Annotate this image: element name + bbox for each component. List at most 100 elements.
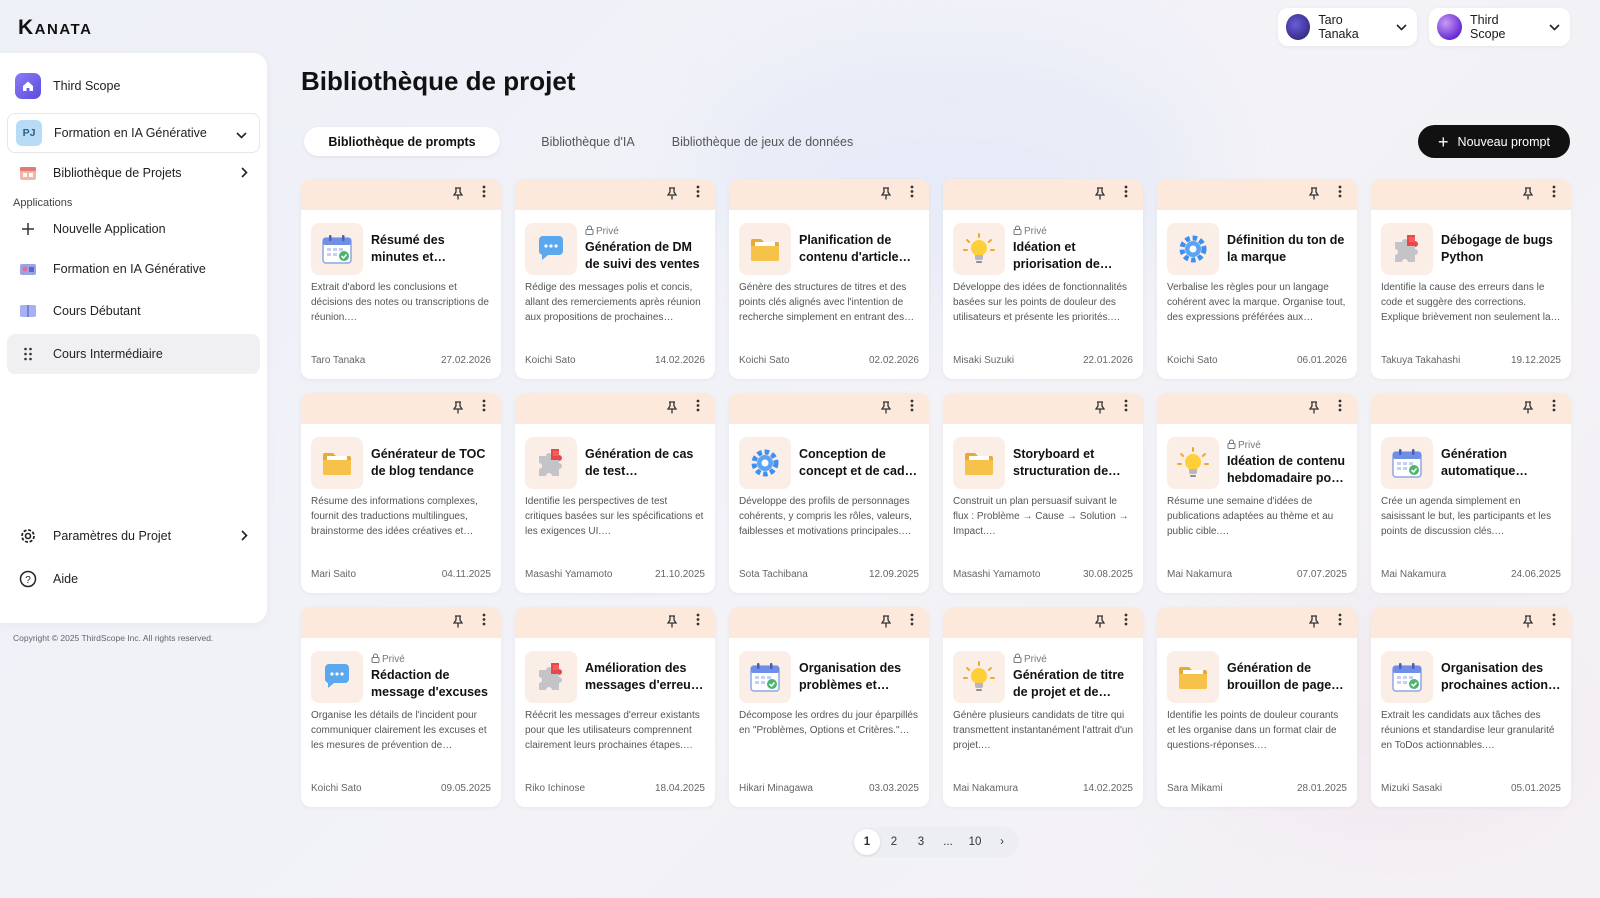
card-description: Résume des informations complexes, fourn… xyxy=(311,496,478,537)
card-date: 04.11.2025 xyxy=(441,569,491,580)
prompt-card[interactable]: Résumé des minutes et extraction des act… xyxy=(301,179,501,379)
more-options-icon[interactable] xyxy=(1338,613,1342,629)
prompt-card[interactable]: Génération automatique d'agenda de réuni… xyxy=(1371,393,1571,593)
pin-icon[interactable] xyxy=(452,187,464,203)
sidebar-item-settings[interactable]: Paramètres du Projet xyxy=(7,516,260,556)
more-options-icon[interactable] xyxy=(482,613,486,629)
pin-icon[interactable] xyxy=(666,401,678,417)
card-date: 27.02.2026 xyxy=(440,355,491,366)
prompt-card[interactable]: Privé Idéation et priorisation de nouvell… xyxy=(943,179,1143,379)
sidebar-item-project-library[interactable]: Bibliothèque de Projets xyxy=(7,153,260,193)
pin-icon[interactable] xyxy=(666,615,678,631)
card-date: 14.02.2025 xyxy=(1082,783,1133,794)
card-title-block: Génération de brouillon de page FAQ xyxy=(1227,651,1349,703)
more-options-icon[interactable] xyxy=(910,185,914,201)
page-button[interactable]: 3 xyxy=(908,829,934,855)
project-selector[interactable]: PJ Formation en IA Générative xyxy=(7,113,260,153)
pin-icon[interactable] xyxy=(1522,187,1534,203)
prompt-card[interactable]: Storyboard et structuration de présentat… xyxy=(943,393,1143,593)
prompt-card[interactable]: Générateur de TOC de blog tendance Résume… xyxy=(301,393,501,593)
pin-icon[interactable] xyxy=(1094,187,1106,203)
pin-icon[interactable] xyxy=(1522,615,1534,631)
card-date: 12.09.2025 xyxy=(868,569,919,580)
prompt-card[interactable]: Organisation des prochaines actions de r… xyxy=(1371,607,1571,807)
calendar-icon xyxy=(1381,651,1433,703)
card-header xyxy=(729,179,929,210)
prompt-card[interactable]: Organisation des problèmes et soutien à … xyxy=(729,607,929,807)
prompt-card[interactable]: Conception de concept et de cadre person… xyxy=(729,393,929,593)
sidebar-item-new-app[interactable]: Nouvelle Application xyxy=(7,209,260,249)
prompt-card[interactable]: Planification de contenu d'article SEO Gé… xyxy=(729,179,929,379)
card-author: Mari Saito xyxy=(311,569,357,580)
card-author: Misaki Suzuki xyxy=(953,355,1015,366)
pin-icon[interactable] xyxy=(880,401,892,417)
more-options-icon[interactable] xyxy=(1124,185,1128,201)
more-options-icon[interactable] xyxy=(910,399,914,415)
tab-dataset-library[interactable]: Bibliothèque de jeux de données xyxy=(665,127,860,156)
more-options-icon[interactable] xyxy=(1552,613,1556,629)
prompt-card[interactable]: Privé Idéation de contenu hebdomadaire po… xyxy=(1157,393,1357,593)
next-page-button[interactable]: › xyxy=(989,829,1015,855)
pin-icon[interactable] xyxy=(452,615,464,631)
puzzle-icon xyxy=(525,437,577,489)
page-button[interactable]: 10 xyxy=(962,829,988,855)
tab-ai-library[interactable]: Bibliothèque d'IA xyxy=(528,127,648,156)
prompt-card[interactable]: Définition du ton de la marque Verbalise … xyxy=(1157,179,1357,379)
workspace-menu[interactable]: Third Scope xyxy=(1429,8,1570,46)
card-date: 02.02.2026 xyxy=(868,355,919,366)
pin-icon[interactable] xyxy=(452,401,464,417)
page-title: Bibliothèque de projet xyxy=(301,66,576,96)
pin-icon[interactable] xyxy=(1522,401,1534,417)
prompt-card[interactable]: Génération de cas de test (Frontend/Back… xyxy=(515,393,715,593)
prompt-card[interactable]: Privé Génération de DM de suivi des vente… xyxy=(515,179,715,379)
more-options-icon[interactable] xyxy=(696,399,700,415)
more-options-icon[interactable] xyxy=(1124,613,1128,629)
private-label: Privé xyxy=(1024,654,1047,665)
sidebar-item-workspace[interactable]: Third Scope xyxy=(7,66,260,106)
card-description: Rédige des messages polis et concis, all… xyxy=(525,282,701,323)
pin-icon[interactable] xyxy=(1094,615,1106,631)
app-logo[interactable]: Kanata xyxy=(18,16,92,40)
more-options-icon[interactable] xyxy=(1338,399,1342,415)
pin-icon[interactable] xyxy=(1308,615,1320,631)
card-title: Rédaction de message d'excuses xyxy=(371,668,488,699)
pin-icon[interactable] xyxy=(880,187,892,203)
tab-prompt-library[interactable]: Bibliothèque de prompts xyxy=(304,127,500,156)
app-icon xyxy=(15,256,41,282)
sidebar-item-app[interactable]: Cours Intermédiaire xyxy=(7,334,260,374)
user-menu[interactable]: Taro Tanaka xyxy=(1278,8,1417,46)
more-options-icon[interactable] xyxy=(1124,399,1128,415)
prompt-card[interactable]: Privé Génération de titre de projet et de… xyxy=(943,607,1143,807)
sidebar-item-label: Aide xyxy=(53,572,79,586)
more-options-icon[interactable] xyxy=(482,185,486,201)
sidebar-item-help[interactable]: ? Aide xyxy=(7,559,260,599)
card-title: Génération automatique d'agenda de réuni… xyxy=(1441,447,1516,478)
more-options-icon[interactable] xyxy=(910,613,914,629)
card-title-block: Privé Idéation et priorisation de nouvell… xyxy=(1013,223,1135,275)
prompt-card[interactable]: Génération de brouillon de page FAQ Ident… xyxy=(1157,607,1357,807)
pin-icon[interactable] xyxy=(1094,401,1106,417)
pin-icon[interactable] xyxy=(1308,187,1320,203)
workspace-name: Third Scope xyxy=(1470,13,1506,41)
card-header xyxy=(301,179,501,210)
page-button[interactable]: 2 xyxy=(881,829,907,855)
card-title: Conception de concept et de cadre person… xyxy=(799,447,917,478)
page-button[interactable]: 1 xyxy=(854,829,880,855)
more-options-icon[interactable] xyxy=(1552,399,1556,415)
prompt-card[interactable]: Débogage de bugs Python Identifie la caus… xyxy=(1371,179,1571,379)
pin-icon[interactable] xyxy=(1308,401,1320,417)
more-options-icon[interactable] xyxy=(1552,185,1556,201)
card-date: 07.07.2025 xyxy=(1296,569,1347,580)
more-options-icon[interactable] xyxy=(1338,185,1342,201)
sidebar-item-app[interactable]: Formation en IA Générative xyxy=(7,249,260,289)
more-options-icon[interactable] xyxy=(696,185,700,201)
sidebar-item-app[interactable]: Cours Débutant xyxy=(7,291,260,331)
pin-icon[interactable] xyxy=(880,615,892,631)
pin-icon[interactable] xyxy=(666,187,678,203)
more-options-icon[interactable] xyxy=(696,613,700,629)
card-description: Construit un plan persuasif suivant le f… xyxy=(953,496,1129,537)
new-prompt-button[interactable]: + Nouveau prompt xyxy=(1418,125,1570,158)
prompt-card[interactable]: Privé Rédaction de message d'excuses Organ… xyxy=(301,607,501,807)
prompt-card[interactable]: Amélioration des messages d'erreur UI Réé… xyxy=(515,607,715,807)
more-options-icon[interactable] xyxy=(482,399,486,415)
